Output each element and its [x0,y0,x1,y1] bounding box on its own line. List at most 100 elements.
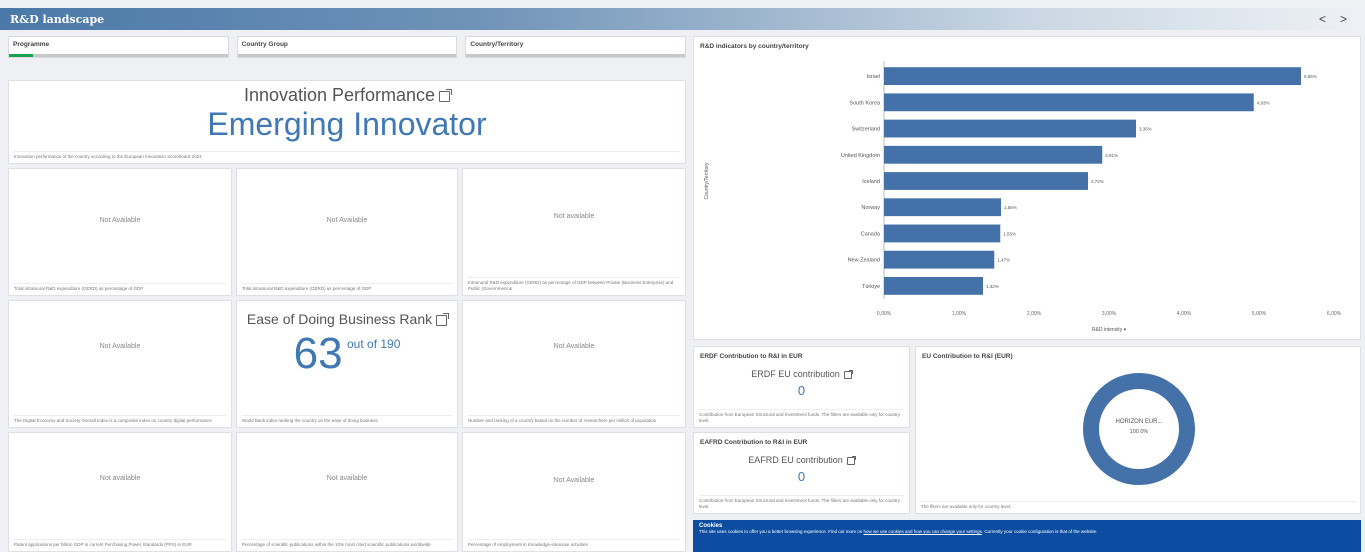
bar-new-zealand[interactable] [884,250,995,269]
bar-united-kingdom[interactable] [884,145,1103,164]
category-label: United Kingdom [841,153,881,159]
kpi-value: Not Available [99,217,141,224]
data-label: 4,93% [1257,100,1270,105]
kpi-value: Not Available [326,217,368,224]
kpi-ease-of-doing-business: Ease of Doing Business Rank 63 out of 19… [236,300,458,428]
x-axis-label: R&D intensity ▾ [1092,327,1127,333]
kpi-value: Not Available [553,477,595,484]
category-label: Iceland [862,179,880,185]
erdf-value: 0 [797,383,806,398]
erdf-footnote: Contribution from European Structural an… [699,409,904,424]
bar-south-korea[interactable] [884,93,1254,112]
kpi-gerd-total-2: Not Available Total intramural R&D expen… [236,168,458,296]
x-tick-label: 4,00% [1177,311,1192,317]
x-tick-label: 3,00% [1102,311,1117,317]
eu-contribution-panel: EU Contribution to R&I (EUR) HORIZON EUR… [915,346,1361,514]
data-label: 1,56% [1004,205,1017,210]
data-label: 2,91% [1105,153,1118,158]
filter-programme[interactable]: Programme [8,36,229,58]
innovation-title: Innovation Performance [243,85,436,105]
x-tick-label: 1,00% [952,311,967,317]
data-label: 1,47% [997,258,1010,263]
data-label: 5,56% [1304,74,1317,79]
data-label: 2,72% [1091,179,1104,184]
donut-center-value: 100.0% [1129,429,1149,435]
x-tick-label: 2,00% [1027,311,1042,317]
erdf-kpi-label: ERDF EU contribution [751,369,840,379]
data-label: 1,55% [1003,231,1016,236]
ease-title: Ease of Doing Business Rank [246,311,433,327]
kpi-footnote: Intramural R&D expenditure (GERD) as per… [468,277,680,292]
filter-label: Programme [13,41,50,48]
innovation-performance-panel: Innovation Performance Emerging Innovato… [8,80,686,164]
bar-norway[interactable] [884,198,1001,217]
kpi-footnote: Total intramural R&D expenditure (GERD) … [14,283,226,292]
cookie-text: This site uses cookies to offer you a be… [699,529,1355,534]
x-tick-label: 0,00% [877,311,892,317]
data-label: 1,32% [986,284,999,289]
data-label: 3,36% [1139,127,1152,132]
category-label: South Korea [849,100,881,106]
open-external-icon[interactable] [846,455,856,465]
kpi-scientific-publications: Not available Percentage of scientific p… [236,432,458,552]
eafrd-kpi-row: EAFRD EU contribution [694,455,909,465]
erdf-kpi-row: ERDF EU contribution [694,369,909,379]
app-title: R&D landscape [10,12,105,26]
kpi-knowledge-employment: Not Available Percentage of employment i… [462,432,686,552]
kpi-footnote: Percentage of scientific publications wi… [242,539,452,548]
erdf-title: ERDF Contribution to R&I in EUR [700,353,803,360]
innovation-title-row: Innovation Performance [9,85,685,106]
kpi-researchers: Not Available Number and ranking of a co… [462,300,686,428]
cookie-settings-link[interactable]: how we use cookies and how you can chang… [864,529,982,534]
kpi-footnote: Total intramural R&D expenditure (GERD) … [242,283,452,292]
open-external-icon[interactable] [843,369,853,379]
kpi-value: Not available [553,213,595,220]
eafrd-footnote: Contribution from European Structural an… [699,495,904,510]
open-external-icon[interactable] [436,312,450,326]
erdf-panel: ERDF Contribution to R&I in EUR ERDF EU … [693,346,910,428]
eafrd-kpi-label: EAFRD EU contribution [748,455,843,465]
filter-label: Country Group [241,41,288,48]
kpi-value: Not available [99,475,141,482]
kpi-footnote: The Digital Economy and Society Overall … [14,415,226,424]
next-sheet-button[interactable]: > [1340,12,1347,26]
kpi-value: Not Available [553,343,595,350]
eafrd-title: EAFRD Contribution to R&I in EUR [700,439,808,446]
kpi-footnote: Patent applications per billion GDP in c… [14,539,226,548]
ease-rank-row: 63 out of 190 [237,329,457,379]
innovation-value: Emerging Innovator [207,106,487,142]
bar-t-rkiye[interactable] [884,276,983,295]
donut-footnote: The filters are available only for count… [921,501,1355,510]
filter-selection-bar [237,54,457,57]
filter-selection-bar [9,54,228,57]
kpi-desi: Not Available The Digital Economy and So… [8,300,232,428]
kpi-footnote: Number and ranking of a country based on… [468,415,680,424]
x-tick-label: 5,00% [1252,311,1267,317]
bar-israel[interactable] [884,67,1301,86]
bar-canada[interactable] [884,224,1001,243]
donut-title: EU Contribution to R&I (EUR) [922,353,1013,360]
kpi-value: Not available [326,475,368,482]
ease-title-row: Ease of Doing Business Rank [237,311,457,327]
category-label: Israel [867,74,880,80]
rd-indicators-chart-panel: R&D indicators by country/territory Isra… [693,36,1361,340]
category-label: Türkiye [862,284,880,290]
filter-country-territory[interactable]: Country/Territory [465,36,687,58]
app-title-bar: R&D landscape < > [0,8,1365,30]
open-external-icon[interactable] [439,88,453,102]
previous-sheet-button[interactable]: < [1319,12,1326,26]
x-tick-label: 6,00% [1327,311,1342,317]
donut-center-label: HORIZON EUR... [1115,419,1163,425]
bar-switzerland[interactable] [884,119,1136,138]
bar-iceland[interactable] [884,172,1088,190]
innovation-footnote: Innovation performance of the country ac… [14,151,680,160]
category-label: New Zealand [848,258,880,264]
filter-country-group[interactable]: Country Group [236,36,458,58]
eafrd-panel: EAFRD Contribution to R&I in EUR EAFRD E… [693,432,910,514]
filter-label: Country/Territory [470,41,524,48]
cookie-banner: Cookies This site uses cookies to offer … [693,520,1361,552]
cookie-text-end: . Currently your cookie configuration is… [981,529,1098,534]
rd-intensity-bar-chart: Israel 5,56% South Korea 4,93% Switzerland 3,… [704,61,1342,333]
kpi-gerd-private-public: Not available Intramural R&D expenditure… [462,168,686,296]
category-label: Switzerland [852,127,880,133]
